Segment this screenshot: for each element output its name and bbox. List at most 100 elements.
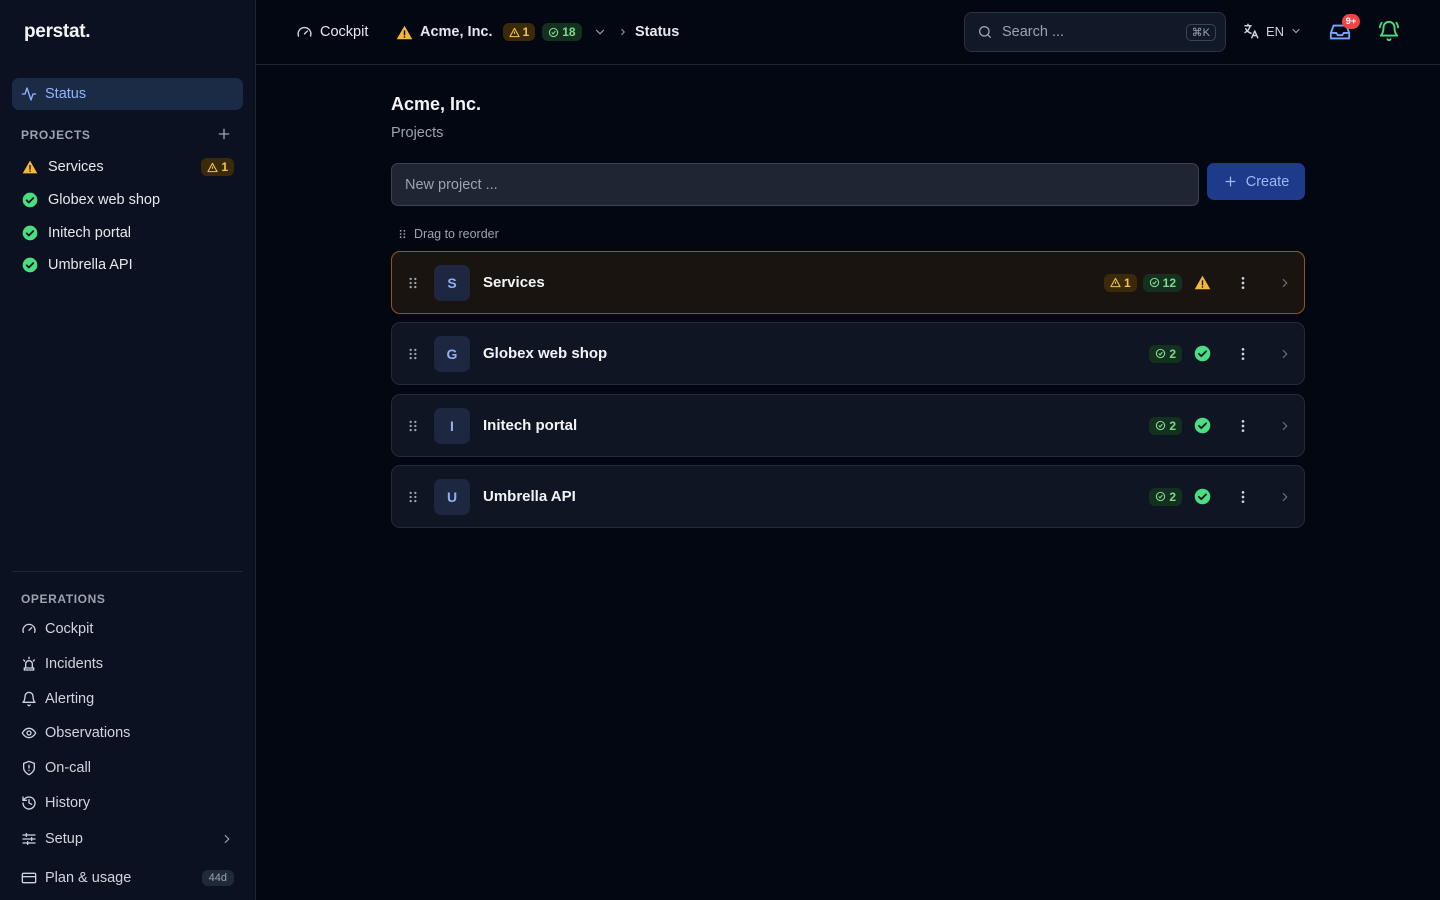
topbar: Cockpit Acme, Inc. 1 18 Status Search ..… — [256, 0, 1440, 65]
inbox-count-badge: 9+ — [1342, 14, 1360, 29]
plus-icon — [1223, 174, 1238, 189]
search-icon — [977, 24, 993, 40]
sidebar-item-label: History — [45, 795, 91, 811]
sidebar-project-globex[interactable]: Globex web shop — [12, 185, 243, 215]
drag-hint: Drag to reorder — [397, 227, 499, 241]
chevron-down-icon — [1290, 25, 1302, 37]
sidebar-item-label: Alerting — [45, 691, 95, 707]
sidebar-project-label: Initech portal — [48, 225, 132, 241]
project-name: Services — [483, 274, 545, 291]
sidebar-item-observations[interactable]: Observations — [12, 717, 243, 749]
sliders-icon — [21, 831, 37, 847]
gauge-icon — [21, 621, 37, 637]
eye-icon — [21, 725, 37, 741]
chevron-down-icon[interactable] — [593, 25, 607, 39]
bell-icon[interactable] — [1378, 20, 1400, 42]
chevron-right-icon[interactable] — [1278, 490, 1292, 504]
breadcrumb-cockpit[interactable]: Cockpit — [296, 22, 368, 42]
drag-handle-icon[interactable] — [406, 490, 420, 504]
ok-count-badge: 2 — [1149, 416, 1182, 435]
project-name: Umbrella API — [483, 488, 576, 505]
chevron-right-icon — [220, 832, 234, 846]
project-name: Globex web shop — [483, 345, 608, 362]
sidebar-item-plan-usage[interactable]: Plan & usage 44d — [12, 862, 243, 894]
project-row-services[interactable]: S Services 1 12 — [391, 251, 1305, 314]
shield-icon — [21, 760, 37, 776]
sidebar-divider — [12, 571, 243, 572]
check-circle-icon — [1194, 488, 1211, 505]
ok-count-badge: 2 — [1149, 487, 1182, 506]
sidebar-project-label: Services — [48, 159, 104, 175]
bell-icon — [21, 691, 37, 707]
ok-count-badge: 12 — [1142, 273, 1182, 292]
warning-count-badge: 1 — [201, 158, 234, 176]
sidebar-item-oncall[interactable]: On-call — [12, 752, 243, 784]
app-logo[interactable]: perstat. — [24, 21, 91, 43]
sidebar: perstat. Status PROJECTS Services 1 Glob… — [0, 0, 256, 900]
language-switcher[interactable]: EN — [1242, 22, 1302, 40]
add-project-icon[interactable] — [216, 126, 232, 142]
sidebar-item-label: Setup — [45, 831, 83, 847]
projects-heading: PROJECTS — [21, 128, 91, 142]
sidebar-project-umbrella[interactable]: Umbrella API — [12, 250, 243, 280]
translate-icon — [1242, 22, 1260, 40]
sidebar-item-status[interactable]: Status — [12, 78, 243, 110]
project-avatar: G — [434, 335, 470, 372]
chevron-right-icon — [618, 27, 628, 37]
project-row-umbrella[interactable]: U Umbrella API 2 — [391, 465, 1305, 528]
more-options-icon[interactable] — [1235, 489, 1251, 505]
sidebar-item-history[interactable]: History — [12, 787, 243, 819]
sidebar-item-label: Incidents — [45, 656, 104, 672]
sidebar-item-label: Status — [45, 86, 87, 102]
create-button[interactable]: Create — [1207, 163, 1305, 200]
siren-icon — [21, 656, 37, 672]
more-options-icon[interactable] — [1235, 275, 1251, 291]
chevron-right-icon[interactable] — [1278, 419, 1292, 433]
page-subtitle: Projects — [391, 125, 444, 141]
drag-handle-icon[interactable] — [406, 276, 420, 290]
sidebar-project-label: Globex web shop — [48, 192, 161, 208]
sidebar-item-cockpit[interactable]: Cockpit — [12, 613, 243, 645]
search-placeholder: Search ... — [1002, 24, 1065, 40]
drag-handle-icon[interactable] — [406, 347, 420, 361]
ok-count-badge: 2 — [1149, 344, 1182, 363]
operations-heading: OPERATIONS — [21, 592, 106, 606]
search-input[interactable]: Search ... ⌘K — [964, 12, 1226, 52]
chevron-right-icon[interactable] — [1278, 347, 1292, 361]
search-shortcut: ⌘K — [1185, 23, 1216, 41]
sidebar-item-label: Observations — [45, 725, 131, 741]
activity-icon — [21, 86, 37, 102]
warning-icon — [1194, 274, 1211, 291]
project-avatar: U — [434, 478, 470, 515]
project-avatar: I — [434, 407, 470, 444]
check-circle-icon — [1194, 345, 1211, 362]
sidebar-item-alerting[interactable]: Alerting — [12, 683, 243, 715]
sidebar-project-label: Umbrella API — [48, 257, 133, 273]
sidebar-item-label: Plan & usage — [45, 870, 132, 886]
sidebar-item-setup[interactable]: Setup — [12, 823, 243, 855]
more-options-icon[interactable] — [1235, 346, 1251, 362]
more-options-icon[interactable] — [1235, 418, 1251, 434]
warning-icon — [396, 24, 413, 41]
card-icon — [21, 870, 37, 886]
warning-icon — [22, 159, 38, 175]
check-circle-icon — [1194, 417, 1211, 434]
gauge-icon — [296, 24, 313, 41]
check-circle-icon — [22, 225, 38, 241]
project-row-globex[interactable]: G Globex web shop 2 — [391, 322, 1305, 385]
drag-handle-icon[interactable] — [406, 419, 420, 433]
history-icon — [21, 795, 37, 811]
sidebar-item-label: Cockpit — [45, 621, 94, 637]
new-project-input[interactable] — [391, 163, 1199, 206]
project-row-initech[interactable]: I Initech portal 2 — [391, 394, 1305, 457]
page-title: Acme, Inc. — [391, 94, 482, 114]
project-avatar: S — [434, 264, 470, 301]
breadcrumb-org[interactable]: Acme, Inc. 1 18 — [396, 22, 607, 42]
grip-icon — [397, 228, 408, 240]
sidebar-project-services[interactable]: Services 1 — [12, 152, 243, 182]
sidebar-item-incidents[interactable]: Incidents — [12, 648, 243, 680]
chevron-right-icon[interactable] — [1278, 276, 1292, 290]
check-circle-icon — [22, 257, 38, 273]
sidebar-item-label: On-call — [45, 760, 91, 776]
sidebar-project-initech[interactable]: Initech portal — [12, 218, 243, 248]
